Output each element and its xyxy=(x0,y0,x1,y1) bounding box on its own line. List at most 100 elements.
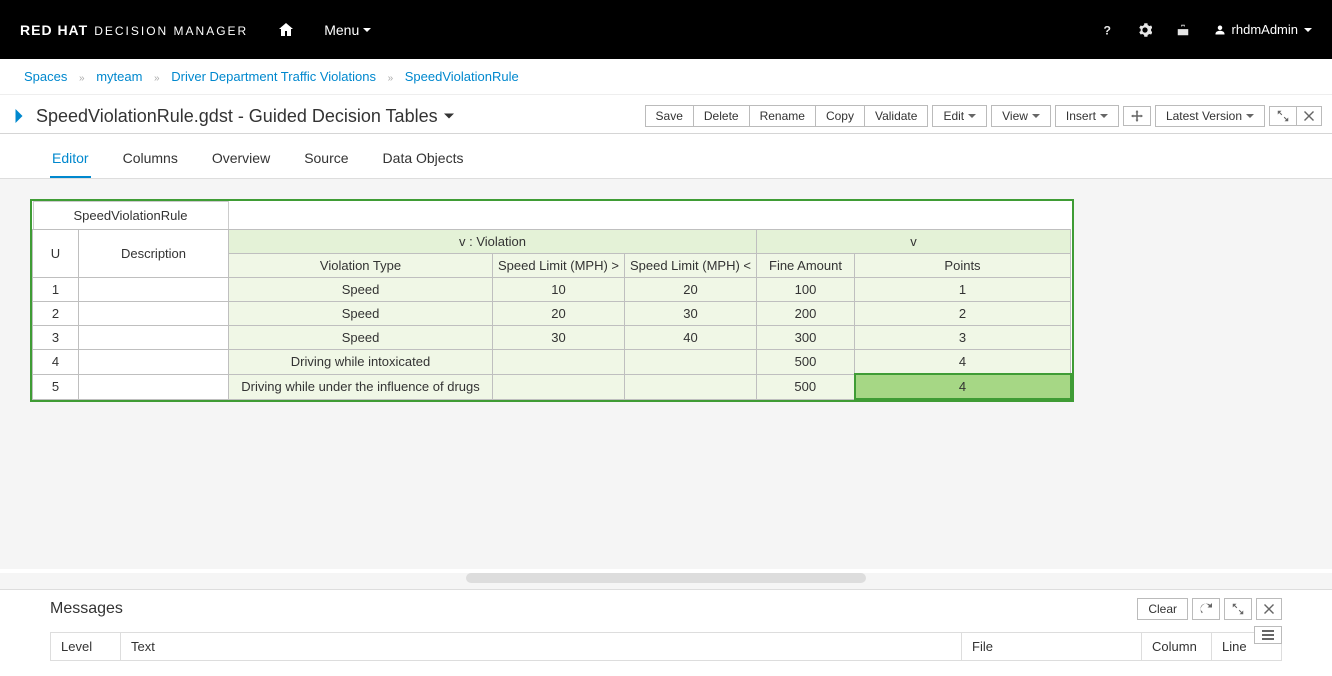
col-group-violation[interactable]: v : Violation xyxy=(229,230,757,254)
move-icon[interactable] xyxy=(1123,106,1151,126)
editor-canvas: SpeedViolationRule U Description v : Vio… xyxy=(0,179,1332,569)
tab-data-objects[interactable]: Data Objects xyxy=(381,144,466,178)
col-header-u[interactable]: U xyxy=(33,230,79,278)
cell-description[interactable] xyxy=(79,374,229,399)
cell-speed-max[interactable]: 20 xyxy=(625,278,757,302)
cell-speed-max[interactable] xyxy=(625,374,757,399)
page-title-text: SpeedViolationRule.gdst - Guided Decisio… xyxy=(36,106,438,127)
cell-description[interactable] xyxy=(79,326,229,350)
tab-overview[interactable]: Overview xyxy=(210,144,272,178)
tab-editor[interactable]: Editor xyxy=(50,144,91,178)
tab-columns[interactable]: Columns xyxy=(121,144,180,178)
edit-dropdown[interactable]: Edit xyxy=(932,105,987,127)
validate-button[interactable]: Validate xyxy=(864,105,928,127)
rename-button[interactable]: Rename xyxy=(749,105,816,127)
insert-dropdown[interactable]: Insert xyxy=(1055,105,1119,127)
view-dropdown[interactable]: View xyxy=(991,105,1051,127)
table-name-tab[interactable]: SpeedViolationRule xyxy=(33,201,229,229)
cell-speed-min[interactable]: 20 xyxy=(493,302,625,326)
close-icon[interactable] xyxy=(1256,598,1282,620)
cell-fine[interactable]: 500 xyxy=(757,350,855,375)
col-group-v[interactable]: v xyxy=(757,230,1071,254)
col-header-speed-max[interactable]: Speed Limit (MPH) < xyxy=(625,254,757,278)
col-header-file[interactable]: File xyxy=(962,633,1142,661)
expand-icon[interactable] xyxy=(1269,106,1297,126)
list-options-icon[interactable] xyxy=(1254,626,1282,644)
cell-fine[interactable]: 200 xyxy=(757,302,855,326)
table-row[interactable]: 3 Speed 30 40 300 3 xyxy=(33,326,1071,350)
row-number[interactable]: 5 xyxy=(33,374,79,399)
cell-points[interactable]: 1 xyxy=(855,278,1071,302)
col-header-speed-min[interactable]: Speed Limit (MPH) > xyxy=(493,254,625,278)
cell-speed-max[interactable]: 30 xyxy=(625,302,757,326)
cell-violation-type[interactable]: Speed xyxy=(229,278,493,302)
cell-violation-type[interactable]: Speed xyxy=(229,326,493,350)
latest-version-dropdown[interactable]: Latest Version xyxy=(1155,105,1265,127)
breadcrumb-item[interactable]: myteam xyxy=(96,69,142,84)
menu-dropdown[interactable]: Menu xyxy=(324,22,371,38)
horizontal-scrollbar[interactable] xyxy=(466,573,866,583)
copy-button[interactable]: Copy xyxy=(815,105,865,127)
cell-description[interactable] xyxy=(79,302,229,326)
save-button[interactable]: Save xyxy=(645,105,694,127)
cell-fine[interactable]: 500 xyxy=(757,374,855,399)
row-number[interactable]: 1 xyxy=(33,278,79,302)
breadcrumb-item[interactable]: Spaces xyxy=(24,69,67,84)
messages-panel: Messages Clear Level Text File Column Li xyxy=(0,589,1332,665)
home-icon[interactable] xyxy=(278,22,294,38)
col-header-points[interactable]: Points xyxy=(855,254,1071,278)
table-row[interactable]: 4 Driving while intoxicated 500 4 xyxy=(33,350,1071,375)
chevron-right-icon: » xyxy=(388,73,394,84)
cell-violation-type[interactable]: Speed xyxy=(229,302,493,326)
row-number[interactable]: 4 xyxy=(33,350,79,375)
cell-points[interactable]: 2 xyxy=(855,302,1071,326)
cell-fine[interactable]: 100 xyxy=(757,278,855,302)
help-icon[interactable]: ? xyxy=(1100,23,1114,37)
cell-description[interactable] xyxy=(79,278,229,302)
caret-down-icon xyxy=(1304,26,1312,34)
clear-button[interactable]: Clear xyxy=(1137,598,1188,620)
col-header-column[interactable]: Column xyxy=(1142,633,1212,661)
cell-violation-type[interactable]: Driving while under the influence of dru… xyxy=(229,374,493,399)
col-header-description[interactable]: Description xyxy=(79,230,229,278)
table-row[interactable]: 5 Driving while under the influence of d… xyxy=(33,374,1071,399)
table-row[interactable]: 1 Speed 10 20 100 1 xyxy=(33,278,1071,302)
cell-description[interactable] xyxy=(79,350,229,375)
caret-down-icon[interactable] xyxy=(444,111,454,121)
close-icon[interactable] xyxy=(1296,106,1322,126)
cell-speed-max[interactable]: 40 xyxy=(625,326,757,350)
insert-label: Insert xyxy=(1066,109,1096,123)
col-header-text[interactable]: Text xyxy=(121,633,962,661)
expand-icon[interactable] xyxy=(1224,598,1252,620)
menu-label: Menu xyxy=(324,22,359,38)
cell-speed-max[interactable] xyxy=(625,350,757,375)
breadcrumb-item[interactable]: Driver Department Traffic Violations xyxy=(171,69,376,84)
cell-speed-min[interactable] xyxy=(493,350,625,375)
gear-icon[interactable] xyxy=(1138,23,1152,37)
cell-points[interactable]: 3 xyxy=(855,326,1071,350)
cell-points[interactable]: 4 xyxy=(855,350,1071,375)
decision-table: SpeedViolationRule U Description v : Vio… xyxy=(30,199,1074,402)
col-header-level[interactable]: Level xyxy=(51,633,121,661)
refresh-icon[interactable] xyxy=(1192,598,1220,620)
table-row[interactable]: 2 Speed 20 30 200 2 xyxy=(33,302,1071,326)
user-menu[interactable]: rhdmAdmin xyxy=(1214,22,1312,37)
cell-violation-type[interactable]: Driving while intoxicated xyxy=(229,350,493,375)
row-number[interactable]: 2 xyxy=(33,302,79,326)
expand-toggle[interactable] xyxy=(14,109,24,123)
cell-points-selected[interactable]: 4 xyxy=(855,374,1071,399)
cell-fine[interactable]: 300 xyxy=(757,326,855,350)
col-header-violation-type[interactable]: Violation Type xyxy=(229,254,493,278)
cell-speed-min[interactable]: 10 xyxy=(493,278,625,302)
caret-down-icon xyxy=(363,26,371,34)
breadcrumb-item[interactable]: SpeedViolationRule xyxy=(405,69,519,84)
cell-speed-min[interactable] xyxy=(493,374,625,399)
cell-speed-min[interactable]: 30 xyxy=(493,326,625,350)
row-number[interactable]: 3 xyxy=(33,326,79,350)
user-icon xyxy=(1214,24,1226,36)
briefcase-icon[interactable] xyxy=(1176,23,1190,37)
tab-source[interactable]: Source xyxy=(302,144,350,178)
delete-button[interactable]: Delete xyxy=(693,105,750,127)
latest-version-label: Latest Version xyxy=(1166,109,1242,123)
col-header-fine[interactable]: Fine Amount xyxy=(757,254,855,278)
